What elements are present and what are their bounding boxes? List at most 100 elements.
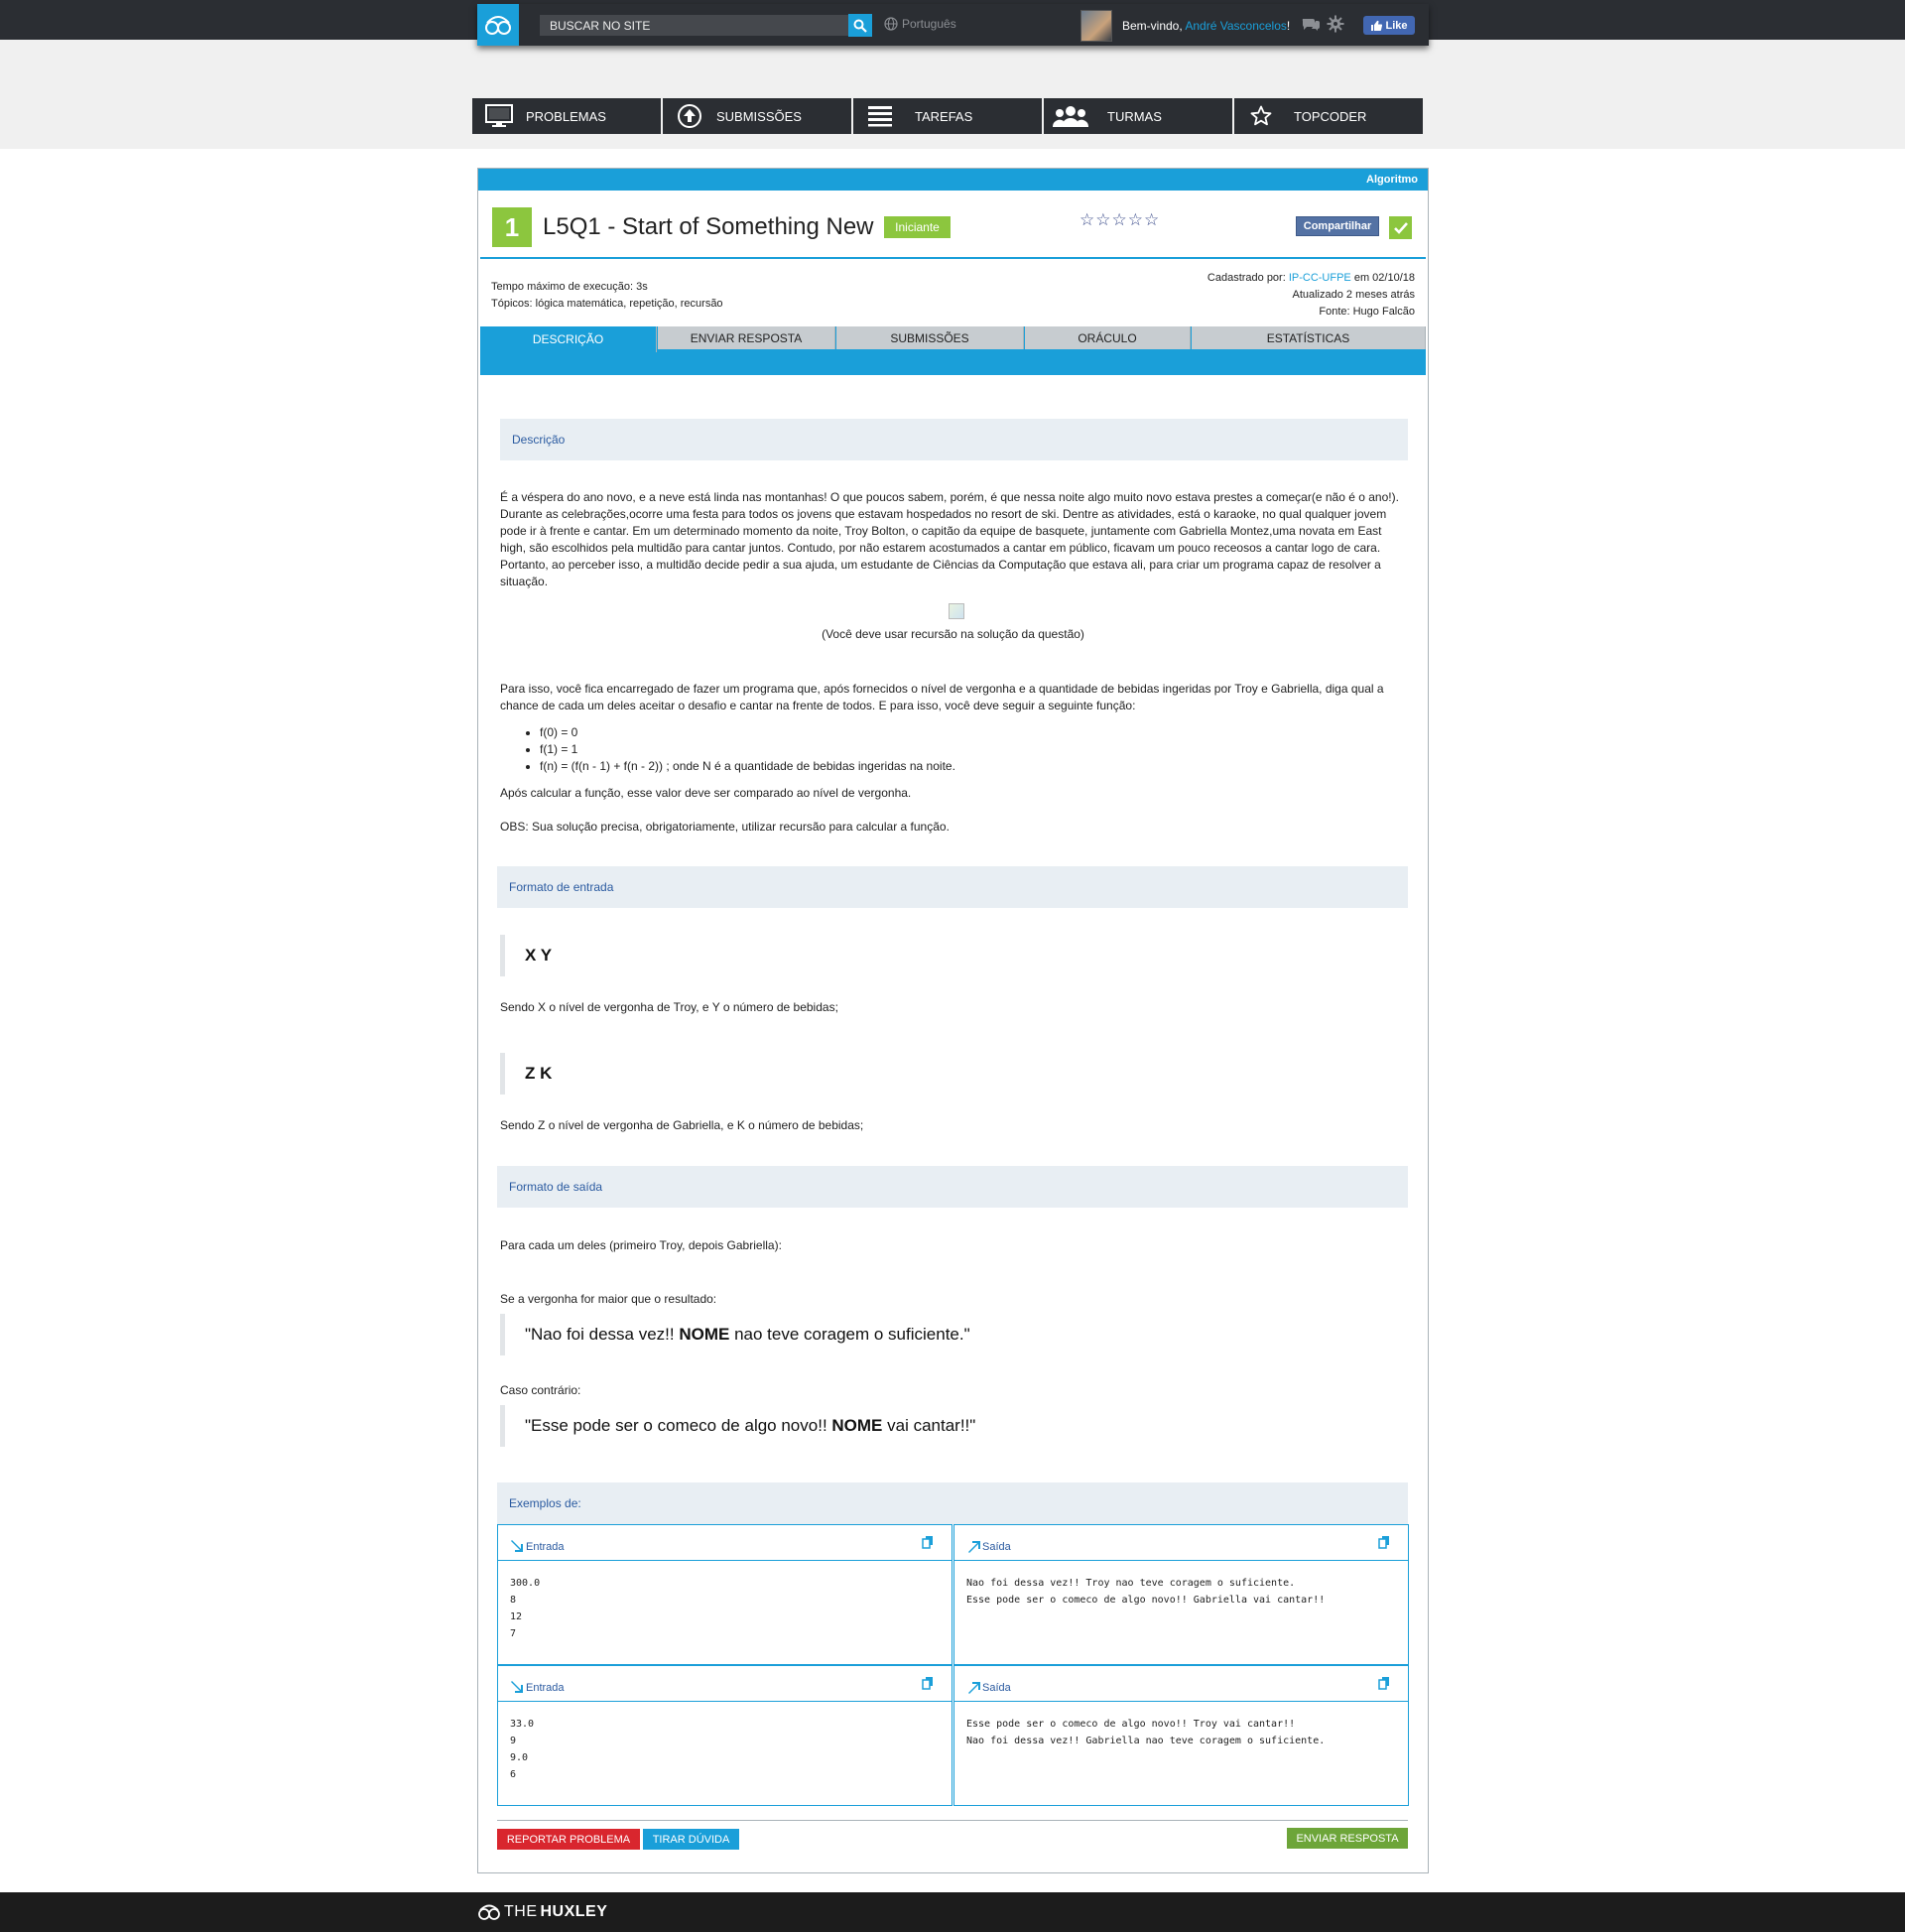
brand-bold: HUXLEY [540,1903,608,1920]
list-item: f(0) = 0 [540,724,955,741]
messages-button[interactable] [1301,16,1321,35]
example-output-2: Saída Esse pode ser o comeco de algo nov… [953,1665,1409,1806]
output-case-2: Caso contrário: [500,1383,581,1397]
input-line-1-desc: Sendo X o nível de vergonha de Troy, e Y… [500,1000,838,1014]
example-output-text: Esse pode ser o comeco de algo novo!! Tr… [966,1719,1326,1746]
input-format-heading: Formato de entrada [497,866,1408,908]
welcome-prefix: Bem-vindo, [1122,19,1186,33]
level-badge: Iniciante [884,216,951,238]
problem-info: Cadastrado por: IP-CC-UFPE em 02/10/18 A… [1207,270,1415,321]
formula-list: f(0) = 0 f(1) = 1 f(n) = (f(n - 1) + f(n… [500,724,955,775]
example-cell-header: Saída [954,1666,1408,1702]
submit-answer-button[interactable]: ENVIAR RESPOSTA [1287,1828,1408,1849]
copy-icon [1378,1536,1389,1549]
registered-prefix: Cadastrado por: [1206,272,1289,284]
example-input-text: 300.0 8 12 7 [510,1578,541,1639]
arrow-up-right-icon [968,1541,980,1553]
monitor-icon [472,104,526,128]
tab-enviar-resposta[interactable]: ENVIAR RESPOSTA [658,326,835,349]
copy-icon [922,1677,933,1690]
example-output-text: Nao foi dessa vez!! Troy nao teve corage… [966,1578,1326,1606]
author-link[interactable]: IP-CC-UFPE [1289,272,1351,284]
category-bar: Algoritmo [478,169,1428,191]
copy-button[interactable] [1378,1535,1390,1552]
output-intro: Para cada um deles (primeiro Troy, depoi… [500,1238,782,1252]
quote-text: "Esse pode ser o comeco de algo novo!! [525,1416,832,1435]
nav-label: TAREFAS [915,108,973,124]
welcome-text: Bem-vindo, André Vasconcelos! [1122,19,1290,33]
quote-text: "Nao foi dessa vez!! [525,1325,680,1344]
output-quote-2: "Esse pode ser o comeco de algo novo!! N… [500,1405,975,1447]
registered-by-line: Cadastrado por: IP-CC-UFPE em 02/10/18 [1207,270,1415,287]
tab-submissoes[interactable]: SUBMISSÕES [836,326,1024,349]
list-icon [853,105,907,127]
example-input-2: Entrada 33.0 9 9.0 6 [497,1665,952,1806]
description-heading: Descrição [500,419,1408,460]
nav-item-turmas[interactable]: TURMAS [1044,98,1232,134]
huxley-logo-icon [478,1904,500,1920]
footer: THE HUXLEY [0,1892,1905,1932]
main-nav: PROBLEMAS SUBMISSÕES TAREFAS TURMAS TOPC… [472,98,1425,134]
search-icon [853,19,867,33]
site-header: Português Bem-vindo, André Vasconcelos! … [477,4,1429,46]
tab-oraculo[interactable]: ORÁCULO [1025,326,1191,349]
list-item: f(n) = (f(n - 1) + f(n - 2)) ; onde N é … [540,758,955,775]
description-obs: OBS: Sua solução precisa, obrigatoriamen… [500,820,950,834]
language-selector[interactable]: Português [884,17,956,31]
share-button[interactable]: Compartilhar [1296,216,1379,236]
example-input-label: Entrada [511,1680,565,1694]
copy-button[interactable] [922,1676,934,1693]
nav-item-problemas[interactable]: PROBLEMAS [472,98,661,134]
quote-name: NOME [679,1325,730,1344]
topics: Tópicos: lógica matemática, repetição, r… [491,298,723,310]
solved-check-button[interactable] [1389,216,1412,239]
rating-stars[interactable]: ☆☆☆☆☆ [1080,210,1160,230]
input-line-1: X Y [500,935,552,976]
report-problem-button[interactable]: REPORTAR PROBLEMA [497,1829,640,1850]
tab-descricao[interactable]: DESCRIÇÃO [480,326,657,352]
example-output-1: Saída Nao foi dessa vez!! Troy nao teve … [953,1524,1409,1665]
nav-item-topcoder[interactable]: TOPCODER [1234,98,1423,134]
brand-light: THE [504,1903,538,1920]
language-label: Português [902,17,956,31]
example-cell-header: Entrada [498,1525,952,1561]
quote-text: nao teve coragem o suficiente." [729,1325,970,1344]
input-line-2: Z K [500,1053,552,1095]
example-cell-header: Entrada [498,1666,952,1702]
star-icon [1234,105,1288,127]
tab-estatisticas[interactable]: ESTATÍSTICAS [1192,326,1426,349]
arrow-down-right-icon [511,1681,523,1693]
description-after: Após calcular a função, esse valor deve … [500,786,912,800]
page-title: L5Q1 - Start of Something New [543,213,874,240]
nav-label: TURMAS [1107,108,1162,124]
site-logo[interactable] [477,4,519,46]
search-button[interactable] [848,14,872,37]
list-item: f(1) = 1 [540,741,955,758]
image-caption: (Você deve usar recursão na solução da q… [822,627,1084,641]
nav-label: TOPCODER [1294,108,1367,124]
copy-button[interactable] [922,1535,934,1552]
gear-icon [1327,15,1344,33]
facebook-like-button[interactable]: Like [1363,16,1415,35]
quote-text: vai cantar!!" [882,1416,976,1435]
user-profile-link[interactable]: André Vasconcelos [1185,19,1287,33]
ask-question-button[interactable]: TIRAR DÚVIDA [643,1829,739,1850]
example-output-label: Saída [967,1539,1011,1553]
nav-item-tarefas[interactable]: TAREFAS [853,98,1042,134]
check-icon [1393,221,1408,234]
nav-label: PROBLEMAS [526,108,606,124]
registered-date: em 02/10/18 [1350,272,1415,284]
problem-meta: Tempo máximo de execução: 3s Tópicos: ló… [491,279,723,313]
output-quote-1: "Nao foi dessa vez!! NOME nao teve corag… [500,1314,970,1355]
footer-brand[interactable]: THE HUXLEY [477,1903,607,1921]
search-input[interactable] [540,15,853,36]
settings-button[interactable] [1327,15,1344,36]
nav-item-submissoes[interactable]: SUBMISSÕES [663,98,851,134]
example-input-1: Entrada 300.0 8 12 7 [497,1524,952,1665]
copy-button[interactable] [1378,1676,1390,1693]
globe-icon [884,17,898,31]
avatar[interactable] [1080,10,1112,42]
like-label: Like [1385,19,1408,32]
problem-panel: Algoritmo 1 L5Q1 - Start of Something Ne… [477,168,1429,1873]
upload-icon [663,103,716,129]
